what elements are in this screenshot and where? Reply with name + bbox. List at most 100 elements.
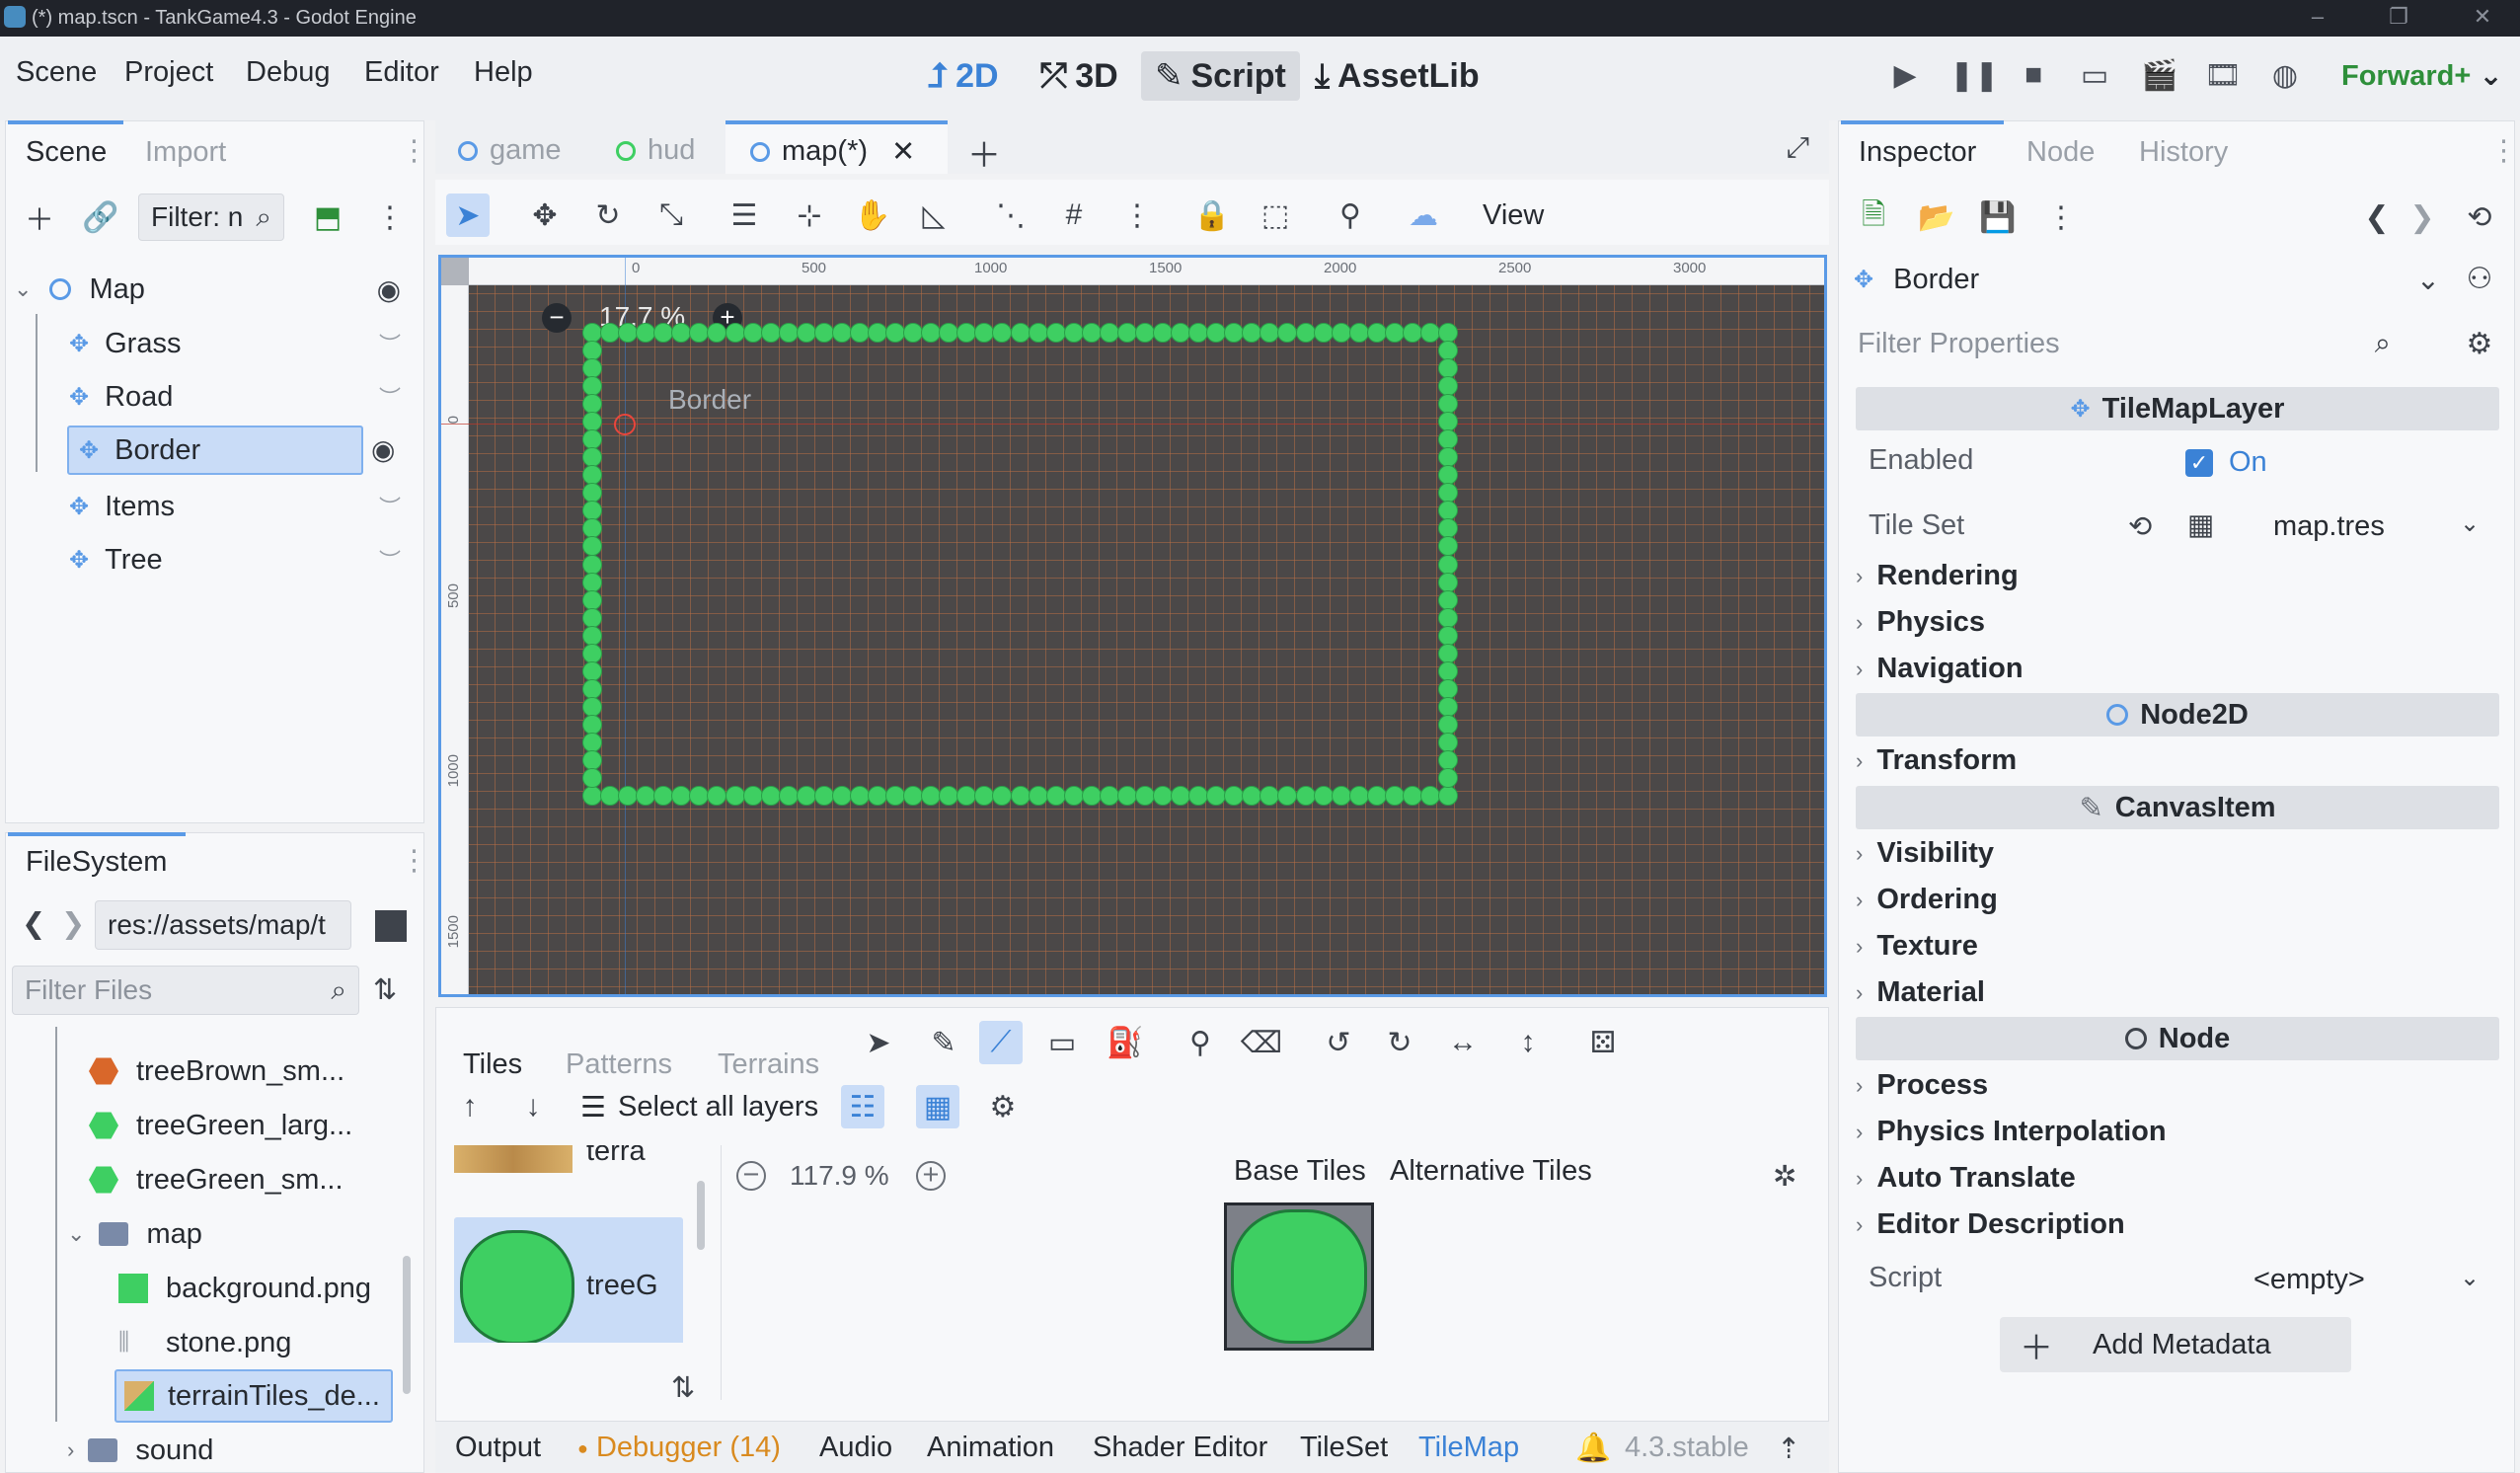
pan-tool-icon[interactable]: ✋ (851, 194, 894, 237)
history-forward-icon[interactable]: ❯ (2401, 195, 2444, 239)
tree-node-road[interactable]: ✥ Road ︶ (69, 372, 409, 422)
tree-node-border[interactable]: ✥ Border (67, 426, 363, 475)
play-scene-icon[interactable]: 🎬 (2140, 58, 2179, 98)
scale-tool-icon[interactable]: ⤡ (649, 194, 693, 237)
scrollbar[interactable] (697, 1181, 705, 1250)
scrollbar[interactable] (403, 1256, 411, 1394)
file-item-selected[interactable]: terrainTiles_de... (115, 1369, 393, 1423)
rotate-left-icon[interactable]: ↺ (1317, 1021, 1360, 1064)
remote-debug-icon[interactable]: ▭ (2075, 58, 2114, 98)
chevron-down-icon[interactable]: ⌄ (2460, 509, 2480, 538)
bell-icon[interactable]: 🔔 (1575, 1432, 1611, 1465)
menu-project[interactable]: Project (124, 56, 213, 89)
base-tile-cell[interactable] (1224, 1202, 1374, 1351)
random-tile-icon[interactable]: ⚄ (1581, 1021, 1625, 1064)
group-navigation[interactable]: › Navigation (1856, 653, 2024, 685)
tree-node-items[interactable]: ✥ Items ︶ (69, 482, 409, 531)
visibility-hidden-icon[interactable]: ︶ (379, 544, 401, 576)
highlight-layer-icon[interactable]: ☷ (841, 1085, 884, 1128)
script-value[interactable]: <empty> (2253, 1264, 2365, 1296)
layer-down-icon[interactable]: ↓ (511, 1085, 555, 1128)
workspace-assetlib-button[interactable]: ⤓ AssetLib (1301, 51, 1493, 101)
list-select-icon[interactable]: ☰ (723, 194, 766, 237)
distraction-free-icon[interactable]: ⤢ (1787, 132, 1809, 165)
eraser-icon[interactable]: ⌫ (1240, 1021, 1283, 1064)
flip-v-icon[interactable]: ↕ (1506, 1021, 1550, 1064)
node-info-icon[interactable]: ⚇ (2458, 257, 2501, 300)
source-terra[interactable]: terra (586, 1145, 646, 1168)
back-arrow-icon[interactable]: ❮ (22, 906, 45, 941)
close-tab-icon[interactable]: ✕ (891, 134, 915, 169)
tab-tiles[interactable]: Tiles (463, 1048, 522, 1081)
tree-node-tree[interactable]: ✥ Tree ︶ (69, 535, 409, 584)
rotate-right-icon[interactable]: ↻ (1378, 1021, 1421, 1064)
select-all-layers-button[interactable]: ☰ Select all layers (580, 1090, 818, 1124)
group-process[interactable]: › Process (1856, 1069, 1988, 1102)
play-icon[interactable]: ▶ (1885, 58, 1925, 98)
tileset-value[interactable]: map.tres (2273, 510, 2385, 543)
select-tool-icon[interactable]: ➤ (446, 194, 490, 237)
group-physics[interactable]: › Physics (1856, 606, 1985, 639)
file-item[interactable]: ⫼ stone.png (118, 1316, 405, 1369)
tab-output[interactable]: Output (455, 1432, 541, 1464)
enabled-checkbox[interactable]: ✓ On (2185, 446, 2267, 479)
folder-item[interactable]: ⌄ map (67, 1207, 393, 1261)
visibility-hidden-icon[interactable]: ︶ (379, 328, 401, 359)
folder-item[interactable]: › sound (67, 1424, 393, 1473)
group-physics-interpolation[interactable]: › Physics Interpolation (1856, 1116, 2167, 1148)
renderer-selector[interactable]: Forward+ ⌄ (2341, 58, 2503, 93)
scene-options-icon[interactable]: ⋮ (368, 195, 412, 239)
history-back-icon[interactable]: ❮ (2355, 195, 2399, 239)
node-selector[interactable]: ✥ Border ⌄ (1848, 253, 2440, 306)
sort-icon[interactable]: ⇅ (671, 1370, 695, 1405)
sort-icon[interactable]: ⇅ (373, 972, 397, 1007)
new-resource-icon[interactable]: 🗎 (1852, 195, 1895, 239)
file-item[interactable]: background.png (118, 1262, 405, 1315)
split-mode-icon[interactable] (375, 910, 407, 942)
bucket-fill-icon[interactable]: ⛽ (1104, 1021, 1147, 1064)
restore-icon[interactable]: ❐ (2384, 4, 2413, 32)
group-material[interactable]: › Material (1856, 976, 1985, 1009)
link-icon[interactable]: 🔗 (79, 195, 122, 239)
expand-panel-icon[interactable]: ⇡ (1777, 1432, 1800, 1466)
tab-tileset[interactable]: TileSet (1300, 1432, 1388, 1464)
tab-hud[interactable]: hud (616, 134, 695, 167)
center-view-icon[interactable]: ✲ (1773, 1159, 1796, 1194)
layer-up-icon[interactable]: ↑ (448, 1085, 492, 1128)
smart-snap-icon[interactable]: ⋱ (989, 194, 1032, 237)
picker-icon[interactable]: ⚲ (1179, 1021, 1222, 1064)
file-item[interactable]: treeGreen_sm... (89, 1153, 395, 1206)
tab-tilemap[interactable]: TileMap (1418, 1432, 1519, 1464)
tree-node-grass[interactable]: ✥ Grass ︶ (69, 319, 409, 368)
flip-h-icon[interactable]: ↔ (1441, 1021, 1485, 1064)
tab-audio[interactable]: Audio (819, 1432, 892, 1464)
tree-node-map[interactable]: ⌄ Map ◉ (14, 265, 409, 314)
tab-animation[interactable]: Animation (927, 1432, 1054, 1464)
instance-scene-icon[interactable]: ⬒ (306, 195, 349, 239)
dock-menu-icon[interactable]: ⋮ (400, 843, 428, 878)
tab-filesystem[interactable]: FileSystem (26, 846, 167, 879)
tile-settings-icon[interactable]: ⚙ (981, 1085, 1025, 1128)
tab-inspector[interactable]: Inspector (1859, 136, 1976, 169)
cloud-icon[interactable]: ☁ (1402, 194, 1445, 237)
visibility-eye-icon[interactable]: ◉ (371, 433, 395, 466)
group-texture[interactable]: › Texture (1856, 930, 1978, 963)
group-rendering[interactable]: › Rendering (1856, 560, 2019, 592)
close-window-icon[interactable]: ✕ (2468, 4, 2497, 32)
inspector-options-icon[interactable]: ⋮ (2039, 195, 2083, 239)
movie-maker-icon[interactable]: ◍ (2265, 58, 2305, 98)
lock-icon[interactable]: 🔒 (1190, 194, 1234, 237)
tab-history[interactable]: History (2139, 136, 2228, 169)
filesystem-path-input[interactable]: res://assets/map/t (95, 900, 351, 950)
tab-debugger[interactable]: ● Debugger (14) (577, 1432, 781, 1464)
tab-node[interactable]: Node (2026, 136, 2095, 169)
tab-terrains[interactable]: Terrains (718, 1048, 819, 1081)
visibility-hidden-icon[interactable]: ︶ (379, 491, 401, 522)
pause-icon[interactable]: ❚❚ (1949, 58, 1999, 98)
add-metadata-button[interactable]: ＋ Add Metadata (2000, 1317, 2351, 1372)
open-folder-icon[interactable]: 📂 (1915, 195, 1958, 239)
play-custom-scene-icon[interactable]: 🎞 (2203, 58, 2243, 98)
object-history-icon[interactable]: ⟲ (2458, 195, 2501, 239)
tab-game[interactable]: game (458, 134, 562, 167)
stop-icon[interactable]: ■ (2014, 58, 2053, 98)
